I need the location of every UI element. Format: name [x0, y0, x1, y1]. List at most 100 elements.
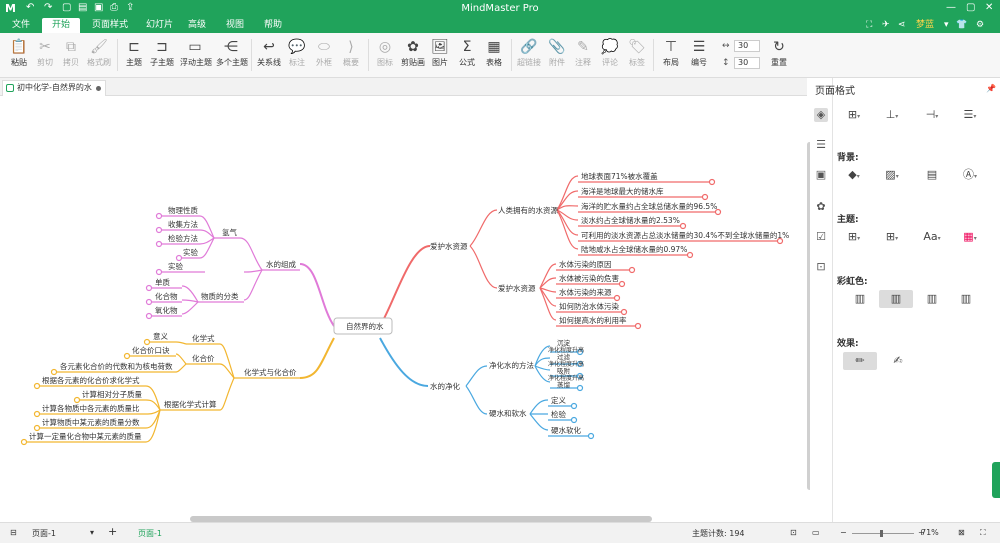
topic-h6[interactable]: 陆地咸水占全球储水量的0.97% — [581, 244, 687, 254]
text-watermark-button[interactable]: Ⓐ▾ — [959, 166, 981, 184]
zoom-level[interactable]: 71% — [921, 528, 939, 537]
h-spacing-input[interactable]: 30 — [734, 40, 760, 52]
zoom-out-icon[interactable]: − — [840, 528, 847, 537]
feedback-tab[interactable] — [992, 462, 1000, 498]
topic-h2[interactable]: 海洋是地球最大的储水库 — [581, 186, 664, 196]
topic-h1[interactable]: 地球表面71%被水覆盖 — [581, 171, 658, 181]
tab-advanced[interactable]: 高级 — [178, 18, 216, 33]
numbering-button[interactable]: ☰ 编号 — [684, 37, 714, 68]
topic-g4[interactable]: 实验 — [183, 247, 198, 257]
page-select[interactable]: 页面-1 — [32, 528, 56, 539]
clipart-button[interactable]: ✿ 剪贴画 — [398, 37, 428, 68]
zoom-slider-knob[interactable] — [880, 530, 883, 537]
rainbow-option-1[interactable]: ▥ — [847, 290, 873, 308]
format-painter-button[interactable]: 🖌 格式刷 — [84, 37, 114, 68]
outline-icon[interactable]: ☰ — [814, 138, 828, 152]
tab-view[interactable]: 视图 — [216, 18, 254, 33]
topic-g1[interactable]: 物理性质 — [168, 205, 198, 215]
topic-g2[interactable]: 收集方法 — [168, 219, 198, 229]
topic-v1[interactable]: 化合价口诀 — [132, 345, 170, 355]
background-image-button[interactable]: ▨▾ — [881, 166, 903, 184]
topic-formula[interactable]: 化学式与化合价 — [244, 367, 297, 377]
topic-hd2[interactable]: 检验 — [551, 409, 566, 419]
unsaved-dot-icon[interactable] — [96, 86, 101, 91]
layout-button[interactable]: ⊤ 布局 — [656, 37, 686, 68]
topic-calc[interactable]: 根据化学式计算 — [164, 399, 217, 409]
topic-p5[interactable]: 如何提高水的利用率 — [559, 315, 627, 325]
rainbow-option-4[interactable]: ▥ — [953, 290, 979, 308]
tab-home[interactable]: 开始 — [42, 18, 81, 33]
user-name[interactable]: 梦蓝 — [916, 18, 934, 33]
topic-hd3[interactable]: 硬水软化 — [551, 425, 581, 435]
share-icon[interactable]: ⋖ — [898, 18, 906, 33]
maximize-icon[interactable]: ▢ — [966, 2, 975, 13]
topic-experiment[interactable]: 实验 — [168, 261, 183, 271]
topic-m1[interactable]: 沉淀 — [557, 338, 571, 347]
topic-h5[interactable]: 可利用的淡水资源占总淡水储量的30.4%不到全球水储量的1% — [581, 230, 789, 240]
topic-g3[interactable]: 检验方法 — [168, 233, 198, 243]
user-dropdown-icon[interactable]: ▾ — [944, 18, 949, 33]
v-spacing-input[interactable]: 30 — [734, 57, 760, 69]
subtopic-button[interactable]: ⊐ 子主题 — [147, 37, 177, 68]
close-icon[interactable]: ✕ — [985, 2, 993, 13]
tab-file[interactable]: 文件 — [2, 18, 40, 33]
copy-button[interactable]: ⧉ 拷贝 — [56, 37, 86, 68]
topic-human-water[interactable]: 人类拥有的水资源 — [498, 205, 558, 215]
fill-color-button[interactable]: ◆▾ — [843, 166, 865, 184]
tag-button[interactable]: 🏷 标签 — [622, 37, 652, 68]
topic-c2[interactable]: 化合物 — [155, 291, 178, 301]
mindmap-canvas[interactable]: 自然界的水 爱护水资源 人类拥有的水资源 地球表面71%被水覆盖 海洋是地球最大… — [0, 96, 807, 522]
topic-chem-formula[interactable]: 化学式 — [192, 333, 215, 343]
page-tab[interactable]: 页面-1 — [138, 528, 162, 539]
org-structure-button[interactable]: ⊥▾ — [881, 106, 903, 124]
theme-font-button[interactable]: Aa▾ — [921, 228, 943, 246]
formula-button[interactable]: Σ 公式 — [452, 37, 482, 68]
topic-k1[interactable]: 根据各元素的化合价求化学式 — [42, 375, 140, 385]
publish-icon[interactable]: ✈ — [882, 18, 890, 33]
boundary-button[interactable]: ⬭ 外框 — [309, 37, 339, 68]
topic-c3[interactable]: 氧化物 — [155, 305, 178, 315]
topic-protect-water-2[interactable]: 爱护水资源 — [498, 283, 536, 293]
page-format-icon[interactable]: ◈ — [814, 108, 828, 122]
note-button[interactable]: ✎ 注释 — [568, 37, 598, 68]
comment-button[interactable]: 💭 评论 — [595, 37, 625, 68]
watermark-button[interactable]: ▤ — [921, 166, 943, 184]
minimize-icon[interactable]: — — [946, 2, 956, 13]
page-panel-icon[interactable]: ⊟ — [10, 528, 17, 537]
theme-button[interactable]: ⊞▾ — [843, 228, 865, 246]
pin-icon[interactable]: 📌 — [986, 84, 996, 93]
topic-classification[interactable]: 物质的分类 — [201, 291, 239, 301]
topic-hydrogen[interactable]: 氢气 — [222, 227, 237, 237]
topic-m5[interactable]: 吸附 — [557, 366, 571, 375]
topic-valence[interactable]: 化合价 — [192, 353, 215, 363]
reset-button[interactable]: ↻ 重置 — [764, 37, 794, 68]
topic-h3[interactable]: 海洋的贮水量约占全球总储水量的96.5% — [581, 201, 717, 211]
numbering-style-button[interactable]: ☰▾ — [959, 106, 981, 124]
document-tab[interactable]: 初中化学-自然界的水 — [2, 80, 106, 96]
clipart-panel-icon[interactable]: ✿ — [814, 200, 828, 214]
topic-f1[interactable]: 意义 — [153, 331, 168, 341]
connector-style-button[interactable]: ⊣▾ — [921, 106, 943, 124]
topic-k2[interactable]: 计算相对分子质量 — [82, 389, 142, 399]
topic-c1[interactable]: 单质 — [155, 277, 170, 287]
topic-k3[interactable]: 计算各物质中各元素的质量比 — [42, 403, 140, 413]
topic-composition[interactable]: 水的组成 — [266, 259, 296, 269]
rainbow-option-2[interactable]: ▥ — [879, 290, 913, 308]
theme-shirt-icon[interactable]: 👕 — [956, 18, 967, 33]
floating-topic-button[interactable]: ▭ 浮动主题 — [180, 37, 212, 68]
topic-p2[interactable]: 水体被污染的危害 — [559, 273, 619, 283]
relationship-button[interactable]: ↩ 关系线 — [254, 37, 284, 68]
tab-slides[interactable]: 幻灯片 — [136, 18, 183, 33]
tab-help[interactable]: 帮助 — [254, 18, 292, 33]
topic-v2[interactable]: 各元素化合价的代数和为核电荷数 — [60, 361, 173, 371]
theme-color-button[interactable]: ▦▾ — [959, 228, 981, 246]
effect-normal-button[interactable]: ✏ — [843, 352, 877, 370]
multiple-topics-button[interactable]: ⋲ 多个主题 — [216, 37, 248, 68]
topic-m7[interactable]: 蒸馏 — [557, 380, 571, 389]
rainbow-option-3[interactable]: ▥ — [919, 290, 945, 308]
structure-button[interactable]: ⊞▾ — [843, 106, 865, 124]
settings-icon[interactable]: ⚙ — [976, 18, 984, 33]
topic-m3[interactable]: 过滤 — [557, 352, 571, 361]
task-icon[interactable]: ☑ — [814, 230, 828, 244]
hyperlink-button[interactable]: 🔗 超链接 — [514, 37, 544, 68]
